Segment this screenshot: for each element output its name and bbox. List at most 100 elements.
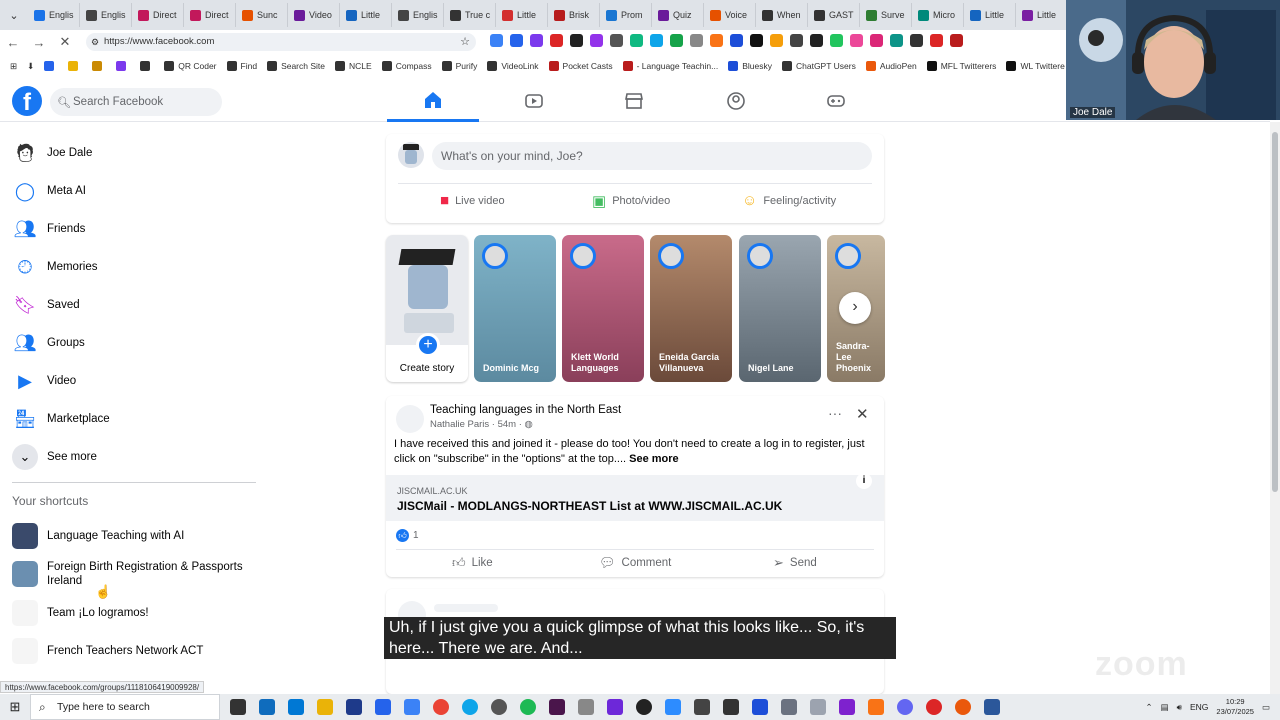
story-card[interactable]: Nigel Lane <box>739 235 821 382</box>
page-scrollbar[interactable] <box>1270 122 1280 694</box>
story-card[interactable]: Dominic Mcg <box>474 235 556 382</box>
tab-groups[interactable] <box>690 80 782 122</box>
bookmark-item[interactable]: Search Site <box>267 61 325 71</box>
chrome-icon[interactable] <box>433 699 449 715</box>
url-field[interactable]: ⚙ https://www.facebook.com ☆ <box>86 33 476 51</box>
app-icon[interactable] <box>578 699 594 715</box>
tab-marketplace[interactable] <box>588 80 680 122</box>
extension-icon[interactable] <box>710 34 723 47</box>
shortcut-item[interactable]: Foreign Birth Registration & Passports I… <box>12 560 252 588</box>
site-info-icon[interactable]: ⚙ <box>91 33 99 51</box>
apps-grid-icon[interactable]: ⊞ <box>10 61 17 72</box>
extension-icon[interactable] <box>530 34 543 47</box>
bookmark-item[interactable]: Purify <box>441 61 477 71</box>
stop-loading-icon[interactable]: ✕ <box>52 34 78 50</box>
extension-icon[interactable] <box>870 34 883 47</box>
extension-icon[interactable] <box>910 34 923 47</box>
sidebar-item-friends[interactable]: 👥︎ Friends <box>12 214 86 244</box>
bookmark-item[interactable]: Bluesky <box>728 61 772 71</box>
extension-icon[interactable] <box>610 34 623 47</box>
sidebar-item-joe-dale[interactable]: 🧑︎ Joe Dale <box>12 138 93 168</box>
scrollbar-thumb[interactable] <box>1272 132 1278 492</box>
chevron-up-icon[interactable]: ⌃ <box>1145 702 1152 713</box>
zoom-icon[interactable] <box>665 699 681 715</box>
bookmark-item[interactable]: MFL Twitterers <box>926 61 996 71</box>
info-icon[interactable]: i <box>856 473 872 489</box>
add-story-plus-icon[interactable]: + <box>416 333 440 357</box>
app-icon[interactable] <box>375 699 391 715</box>
windows-start-icon[interactable]: ⊞ <box>0 694 30 720</box>
live-video-button[interactable]: ■ Live video <box>440 192 505 209</box>
edge-icon[interactable] <box>288 699 304 715</box>
post-more-options-icon[interactable]: ··· <box>828 405 842 421</box>
story-card[interactable]: Klett World Languages <box>562 235 644 382</box>
slack-icon[interactable] <box>549 699 565 715</box>
reaction-count[interactable]: 👍︎ 1 <box>396 529 419 542</box>
extension-icon[interactable] <box>830 34 843 47</box>
extension-icon[interactable] <box>750 34 763 47</box>
forward-icon[interactable]: → <box>26 35 52 50</box>
app-icon[interactable] <box>694 699 710 715</box>
browser-tab[interactable]: Englis <box>392 3 444 27</box>
app-icon[interactable] <box>491 699 507 715</box>
bookmark-item[interactable]: - Language Teachin... <box>622 61 718 71</box>
app-icon[interactable] <box>868 699 884 715</box>
bookmark-icon-apple[interactable] <box>140 61 154 71</box>
extension-icon[interactable] <box>930 34 943 47</box>
sidebar-item-memories[interactable]: 🕘︎ Memories <box>12 252 98 282</box>
volume-icon[interactable]: 🔊︎ <box>1177 702 1182 713</box>
app-icon[interactable] <box>607 699 623 715</box>
shortcut-item[interactable]: French Teachers Network ACT <box>12 638 252 664</box>
sidebar-item-marketplace[interactable]: 🏪︎ Marketplace <box>12 404 110 434</box>
post-group-name[interactable]: Teaching languages in the North East <box>430 404 621 416</box>
photo-video-button[interactable]: ▣ Photo/video <box>592 192 670 210</box>
browser-tab[interactable]: Englis <box>28 3 80 27</box>
browser-tab[interactable]: Little <box>1016 3 1068 27</box>
app-icon[interactable] <box>781 699 797 715</box>
app-icon[interactable] <box>926 699 942 715</box>
browser-tab[interactable]: Little <box>964 3 1016 27</box>
extension-icon[interactable] <box>770 34 783 47</box>
app-icon[interactable] <box>810 699 826 715</box>
bookmark-item[interactable]: QR Coder <box>164 61 217 71</box>
browser-tab[interactable]: Little <box>496 3 548 27</box>
app-icon[interactable] <box>752 699 768 715</box>
shortcut-item[interactable]: Team ¡Lo logramos! <box>12 600 252 626</box>
facebook-search-input[interactable]: 🔍︎ Search Facebook <box>50 88 222 116</box>
extension-icon[interactable] <box>950 34 963 47</box>
back-icon[interactable]: ← <box>0 35 26 50</box>
bookmark-item[interactable]: VideoLink <box>487 61 539 71</box>
skype-icon[interactable] <box>462 699 478 715</box>
browser-tab[interactable]: Sunc <box>236 3 288 27</box>
spotify-icon[interactable] <box>520 699 536 715</box>
browser-tab[interactable]: Direct <box>184 3 236 27</box>
notifications-icon[interactable]: ▭ <box>1262 702 1270 713</box>
bookmark-item[interactable]: AudioPen <box>865 61 917 71</box>
extension-icon[interactable] <box>670 34 683 47</box>
network-icon[interactable]: ▤ <box>1161 702 1169 713</box>
bookmark-item[interactable]: NCLE <box>335 61 372 71</box>
outlook-icon[interactable] <box>259 699 275 715</box>
bookmark-star-icon[interactable]: ☆ <box>460 33 470 51</box>
like-button[interactable]: 👍︎ Like <box>452 555 493 571</box>
extension-icon[interactable] <box>650 34 663 47</box>
browser-tab[interactable]: Little <box>340 3 392 27</box>
browser-tab[interactable]: Brisk <box>548 3 600 27</box>
comment-button[interactable]: 💬︎ Comment <box>599 555 671 571</box>
extension-icon[interactable] <box>850 34 863 47</box>
extension-icon[interactable] <box>730 34 743 47</box>
post-author[interactable]: Nathalie Paris <box>430 419 489 430</box>
extension-icon[interactable] <box>630 34 643 47</box>
input-language[interactable]: ENG <box>1190 702 1208 712</box>
app-icon[interactable] <box>723 699 739 715</box>
bookmark-item[interactable]: Compass <box>381 61 432 71</box>
bookmark-item[interactable]: ChatGPT Users <box>781 61 856 71</box>
bookmark-icon-blue[interactable] <box>44 61 58 71</box>
clock[interactable]: 10:29 23/07/2025 <box>1216 697 1254 717</box>
bookmark-icon-purple[interactable] <box>116 61 130 71</box>
tab-video[interactable] <box>488 80 580 122</box>
browser-tab[interactable]: Voice <box>704 3 756 27</box>
tab-gaming[interactable] <box>790 80 882 122</box>
extension-icon[interactable] <box>690 34 703 47</box>
see-more-link[interactable]: See more <box>629 453 679 465</box>
